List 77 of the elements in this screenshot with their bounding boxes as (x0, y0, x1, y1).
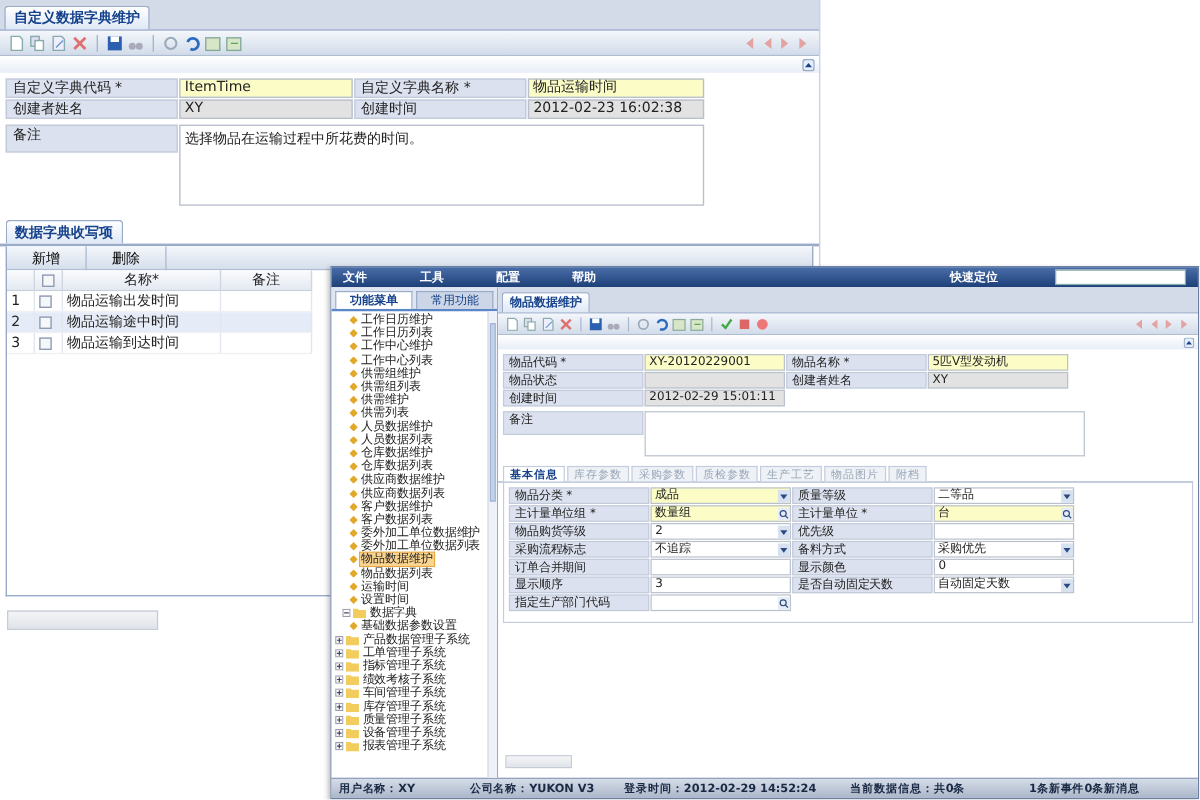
quick-search-field[interactable] (1055, 269, 1186, 286)
leaf-node-icon (349, 542, 358, 551)
leaf-node-icon (349, 515, 358, 525)
scrollbar[interactable] (487, 311, 497, 778)
dropdown-icon[interactable] (777, 524, 790, 538)
search-icon[interactable] (777, 507, 790, 521)
leaf-node-icon (349, 342, 358, 352)
save-icon[interactable] (588, 316, 603, 331)
leaf-node-icon (349, 395, 358, 405)
expand-node-icon[interactable] (335, 688, 344, 698)
save-icon[interactable] (106, 34, 124, 52)
folder-icon (353, 607, 367, 619)
stop-icon[interactable] (737, 316, 752, 331)
expand-node-icon[interactable] (335, 635, 344, 644)
refresh-icon[interactable] (636, 316, 651, 331)
input-field[interactable] (933, 523, 1075, 540)
import-icon[interactable] (671, 316, 687, 331)
dropdown-icon[interactable] (777, 542, 790, 556)
collapse-icon[interactable] (802, 58, 815, 71)
expand-node-icon[interactable] (335, 728, 344, 738)
copy-icon[interactable] (29, 34, 47, 52)
leaf-node-icon (349, 462, 358, 471)
dropdown-icon[interactable] (1061, 542, 1073, 556)
dropdown-icon[interactable] (1061, 489, 1073, 503)
leaf-node-icon (349, 489, 358, 498)
import-icon[interactable] (204, 34, 222, 52)
leaf-node-icon (349, 622, 358, 631)
expand-node-icon[interactable] (335, 648, 344, 658)
export-icon[interactable] (225, 34, 243, 52)
refresh-icon[interactable] (162, 34, 180, 52)
expand-node-icon[interactable] (335, 742, 344, 751)
copy-icon[interactable] (523, 316, 538, 331)
input-field[interactable] (650, 594, 791, 612)
leaf-node-icon (349, 502, 358, 511)
dropdown-icon[interactable] (1061, 578, 1073, 592)
select-all-checkbox[interactable] (42, 273, 55, 287)
next-page-icon[interactable] (778, 35, 793, 50)
input-field[interactable] (644, 371, 785, 389)
undo-icon[interactable] (654, 316, 669, 331)
expand-node-icon[interactable] (335, 702, 344, 711)
leaf-node-icon (349, 316, 358, 325)
search-icon[interactable] (1061, 507, 1073, 521)
delete-icon[interactable] (558, 316, 574, 331)
edit-document-icon[interactable] (50, 34, 68, 52)
leaf-node-icon (349, 529, 358, 538)
leaf-node-icon (349, 449, 358, 458)
search-icon[interactable] (777, 596, 790, 610)
leaf-node-icon (349, 382, 358, 391)
edit-document-icon[interactable] (541, 316, 556, 331)
leaf-node-icon (349, 435, 358, 445)
check-icon[interactable] (719, 316, 734, 331)
leaf-node-icon (349, 569, 358, 578)
undo-icon[interactable] (183, 34, 201, 52)
input-field[interactable] (650, 558, 791, 576)
row-checkbox[interactable] (39, 294, 52, 308)
collapse-icon[interactable] (1183, 336, 1195, 348)
delete-icon[interactable] (71, 34, 89, 52)
leaf-node-icon (349, 409, 358, 418)
dropdown-icon[interactable] (777, 489, 790, 503)
row-checkbox[interactable] (39, 315, 52, 329)
expand-node-icon[interactable] (335, 675, 344, 684)
expand-node-icon[interactable] (335, 715, 344, 724)
leaf-node-icon (349, 475, 358, 485)
leaf-node-icon (349, 356, 358, 365)
row-checkbox[interactable] (39, 336, 52, 350)
cancel-icon[interactable] (755, 316, 770, 331)
export-icon[interactable] (689, 316, 705, 331)
last-page-icon[interactable] (796, 35, 811, 50)
leaf-node-icon (349, 422, 358, 431)
leaf-node-icon (349, 329, 358, 338)
collapse-node-icon[interactable] (342, 609, 351, 618)
remark-field[interactable] (644, 411, 1085, 457)
leaf-node-icon (349, 582, 358, 591)
leaf-node-icon (349, 369, 358, 378)
expand-node-icon[interactable] (335, 662, 344, 671)
previous-page-icon[interactable] (760, 35, 775, 50)
first-page-icon[interactable] (742, 35, 756, 50)
